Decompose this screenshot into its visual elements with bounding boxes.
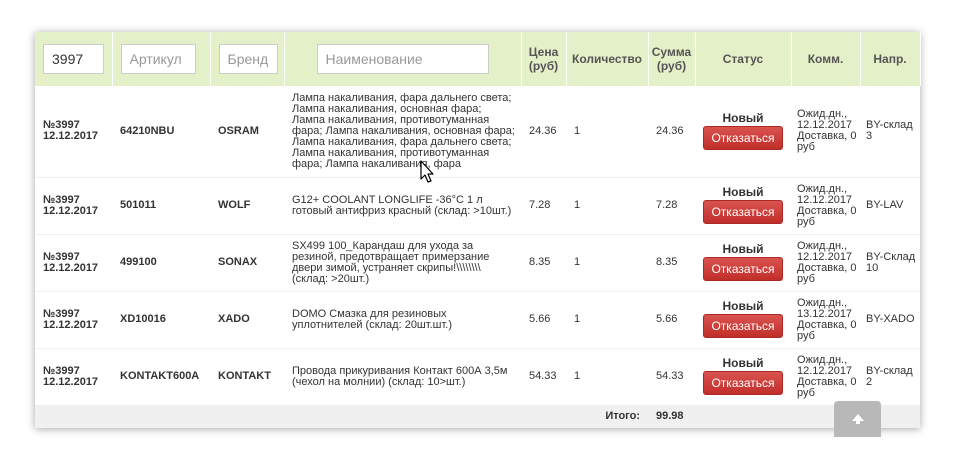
quantity-cell: 1 <box>566 348 648 406</box>
table-row: №3997 12.12.2017 XD10016 XADO DOMO Смазка… <box>35 291 920 349</box>
mouse-pointer-icon <box>420 160 434 183</box>
price-cell: 5.66 <box>521 291 566 349</box>
brand-filter-input[interactable] <box>218 44 278 74</box>
quantity-cell: 1 <box>566 86 648 178</box>
quantity-cell: 1 <box>566 291 648 349</box>
order-cell: №3997 12.12.2017 <box>35 234 112 292</box>
article-cell: 499100 <box>112 234 210 292</box>
article-cell: KONTAKT600A <box>112 348 210 406</box>
price-cell: 8.35 <box>521 234 566 292</box>
name-cell: Провода прикуривания Контакт 600А 3,5м (… <box>284 348 521 406</box>
scroll-to-top-button[interactable] <box>834 401 881 437</box>
article-cell: 501011 <box>112 177 210 235</box>
table-row: №3997 12.12.2017 64210NBU OSRAM Лампа нак… <box>35 86 920 178</box>
header-row: Цена (руб) Количество Сумма (руб) Статус… <box>35 32 921 86</box>
cancel-button[interactable]: Отказаться <box>703 314 783 338</box>
comment-cell: Ожид.дн., 12.12.2017 Доставка, 0 руб <box>791 234 860 292</box>
direction-cell: BY-Склад 10 <box>860 234 920 292</box>
name-cell: Лампа накаливания, фара дальнего света; … <box>284 86 521 178</box>
status-cell: Новый Отказаться <box>695 86 791 178</box>
article-cell: XD10016 <box>112 291 210 349</box>
comment-cell: Ожид.дн., 12.12.2017 Доставка, 0 руб <box>791 86 860 178</box>
status-label: Новый <box>722 299 764 313</box>
order-cell: №3997 12.12.2017 <box>35 177 112 235</box>
sum-cell: 8.35 <box>648 234 695 292</box>
table-row: №3997 12.12.2017 499100 SONAX SX499 100_К… <box>35 234 920 292</box>
status-header[interactable]: Статус <box>695 32 792 86</box>
price-cell: 54.33 <box>521 348 566 406</box>
table-row: №3997 12.12.2017 501011 WOLF G12+ COOLANT… <box>35 177 920 235</box>
direction-cell: BY-XADO <box>860 291 920 349</box>
article-cell: 64210NBU <box>112 86 210 178</box>
status-label: Новый <box>722 242 764 256</box>
name-filter-input[interactable] <box>316 44 489 74</box>
brand-cell: XADO <box>210 291 284 349</box>
status-cell: Новый Отказаться <box>695 348 791 406</box>
quantity-header[interactable]: Количество <box>566 32 649 86</box>
cancel-button[interactable]: Отказаться <box>703 257 783 281</box>
orders-table: Цена (руб) Количество Сумма (руб) Статус… <box>35 32 921 428</box>
comment-cell: Ожид.дн., 13.12.2017 Доставка, 0 руб <box>791 291 860 349</box>
total-row: Итого: 99.98 <box>35 405 920 428</box>
status-cell: Новый Отказаться <box>695 234 791 292</box>
status-cell: Новый Отказаться <box>695 291 791 349</box>
status-cell: Новый Отказаться <box>695 177 791 235</box>
brand-cell: WOLF <box>210 177 284 235</box>
sum-header[interactable]: Сумма (руб) <box>648 32 696 86</box>
quantity-cell: 1 <box>566 234 648 292</box>
order-filter-cell <box>35 32 113 86</box>
order-cell: №3997 12.12.2017 <box>35 348 112 406</box>
comment-header[interactable]: Комм. <box>791 32 861 86</box>
order-date: 12.12.2017 <box>43 204 99 217</box>
table-row: №3997 12.12.2017 KONTAKT600A KONTAKT Пров… <box>35 348 920 406</box>
brand-cell: KONTAKT <box>210 348 284 406</box>
quantity-cell: 1 <box>566 177 648 235</box>
brand-filter-cell <box>210 32 285 86</box>
cancel-button[interactable]: Отказаться <box>703 125 783 150</box>
brand-cell: SONAX <box>210 234 284 292</box>
cancel-button[interactable]: Отказаться <box>703 371 783 395</box>
brand-cell: OSRAM <box>210 86 284 178</box>
arrow-up-icon <box>851 414 864 424</box>
name-cell: SX499 100_Карандаш для ухода за резиной,… <box>284 234 521 292</box>
direction-header[interactable]: Напр. <box>860 32 921 86</box>
order-date: 12.12.2017 <box>43 375 99 388</box>
name-filter-cell <box>284 32 522 86</box>
total-label: Итого: <box>605 410 640 423</box>
name-cell: G12+ COOLANT LONGLIFE -36°C 1 л готовый … <box>284 177 521 235</box>
sum-cell: 54.33 <box>648 348 695 406</box>
status-label: Новый <box>722 356 764 370</box>
status-label: Новый <box>722 185 764 199</box>
price-cell: 24.36 <box>521 86 566 178</box>
status-label: Новый <box>722 110 764 125</box>
order-cell: №3997 12.12.2017 <box>35 291 112 349</box>
sum-cell: 24.36 <box>648 86 695 178</box>
orders-table-card: Цена (руб) Количество Сумма (руб) Статус… <box>35 32 921 428</box>
sum-cell: 7.28 <box>648 177 695 235</box>
direction-cell: BY-склад 3 <box>860 86 920 178</box>
cancel-button[interactable]: Отказаться <box>703 200 783 224</box>
sum-cell: 5.66 <box>648 291 695 349</box>
direction-cell: BY-LAV <box>860 177 920 235</box>
order-date: 12.12.2017 <box>43 130 99 143</box>
article-filter-cell <box>112 32 211 86</box>
direction-cell: BY-склад 2 <box>860 348 920 406</box>
price-header[interactable]: Цена (руб) <box>521 32 567 86</box>
order-date: 12.12.2017 <box>43 261 99 274</box>
order-date: 12.12.2017 <box>43 318 99 331</box>
price-cell: 7.28 <box>521 177 566 235</box>
comment-cell: Ожид.дн., 12.12.2017 Доставка, 0 руб <box>791 348 860 406</box>
name-cell: DOMO Смазка для резиновых уплотнителей (… <box>284 291 521 349</box>
order-number-filter-input[interactable] <box>43 44 104 74</box>
comment-cell: Ожид.дн., 12.12.2017 Доставка, 0 руб <box>791 177 860 235</box>
order-cell: №3997 12.12.2017 <box>35 86 112 178</box>
article-filter-input[interactable] <box>120 44 196 74</box>
orders-table-body: №3997 12.12.2017 64210NBU OSRAM Лампа нак… <box>35 86 920 428</box>
